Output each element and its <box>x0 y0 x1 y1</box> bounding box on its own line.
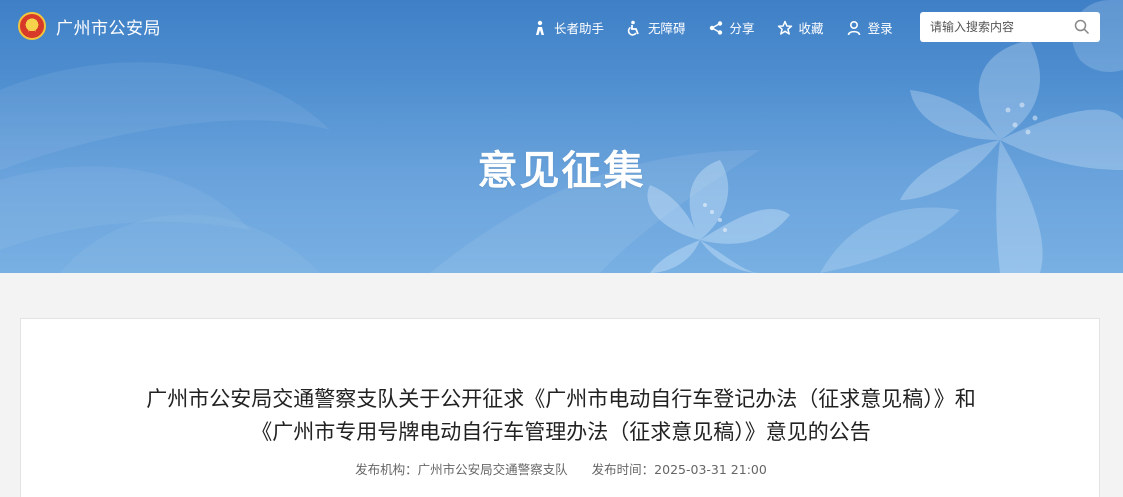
user-icon <box>847 20 860 35</box>
elder-assist-label: 长者助手 <box>554 21 605 36</box>
site-name: 广州市公安局 <box>56 18 161 39</box>
share-label: 分享 <box>729 21 755 36</box>
site-logo[interactable]: 广州市公安局 <box>18 12 161 40</box>
elder-assist-icon <box>536 20 544 35</box>
article-title: 广州市公安局交通警察支队关于公开征求《广州市电动自行车登记办法（征求意见稿）》和… <box>61 383 1061 449</box>
police-emblem-icon <box>18 12 46 40</box>
favorite-button[interactable]: 收藏 <box>777 18 824 37</box>
top-navigation-bar: 广州市公安局 长者助手 无障碍 分享 收藏 登录 请输入搜索内容 <box>0 0 1123 54</box>
article-meta: 发布机构：广州市公安局交通警察支队 发布时间：2025-03-31 21:00 <box>21 459 1101 478</box>
banner: 广州市公安局 长者助手 无障碍 分享 收藏 登录 请输入搜索内容 意见征集 <box>0 0 1123 273</box>
elder-assist-button[interactable]: 长者助手 <box>532 18 604 37</box>
favorite-label: 收藏 <box>798 21 824 36</box>
login-label: 登录 <box>867 21 893 36</box>
star-icon <box>777 20 792 35</box>
article-title-line-1: 广州市公安局交通警察支队关于公开征求《广州市电动自行车登记办法（征求意见稿）》和 <box>146 387 976 411</box>
search-input[interactable] <box>930 13 1070 41</box>
publish-time: 发布时间：2025-03-31 21:00 <box>591 462 767 477</box>
accessibility-button[interactable]: 无障碍 <box>626 18 686 37</box>
article-title-line-2: 《广州市专用号牌电动自行车管理办法（征求意见稿）》意见的公告 <box>251 420 871 444</box>
publisher: 发布机构：广州市公安局交通警察支队 <box>355 462 568 477</box>
login-button[interactable]: 登录 <box>846 18 893 37</box>
header-toolbar: 长者助手 无障碍 分享 收藏 登录 <box>532 18 915 37</box>
article-card: 广州市公安局交通警察支队关于公开征求《广州市电动自行车登记办法（征求意见稿）》和… <box>20 318 1100 497</box>
share-icon <box>709 20 722 35</box>
search-icon <box>1074 19 1090 35</box>
accessibility-label: 无障碍 <box>648 21 686 36</box>
accessibility-icon <box>627 20 639 36</box>
banner-title: 意见征集 <box>477 148 646 194</box>
search-button[interactable] <box>1074 19 1090 39</box>
search-box <box>920 12 1100 42</box>
share-button[interactable]: 分享 <box>708 18 755 37</box>
